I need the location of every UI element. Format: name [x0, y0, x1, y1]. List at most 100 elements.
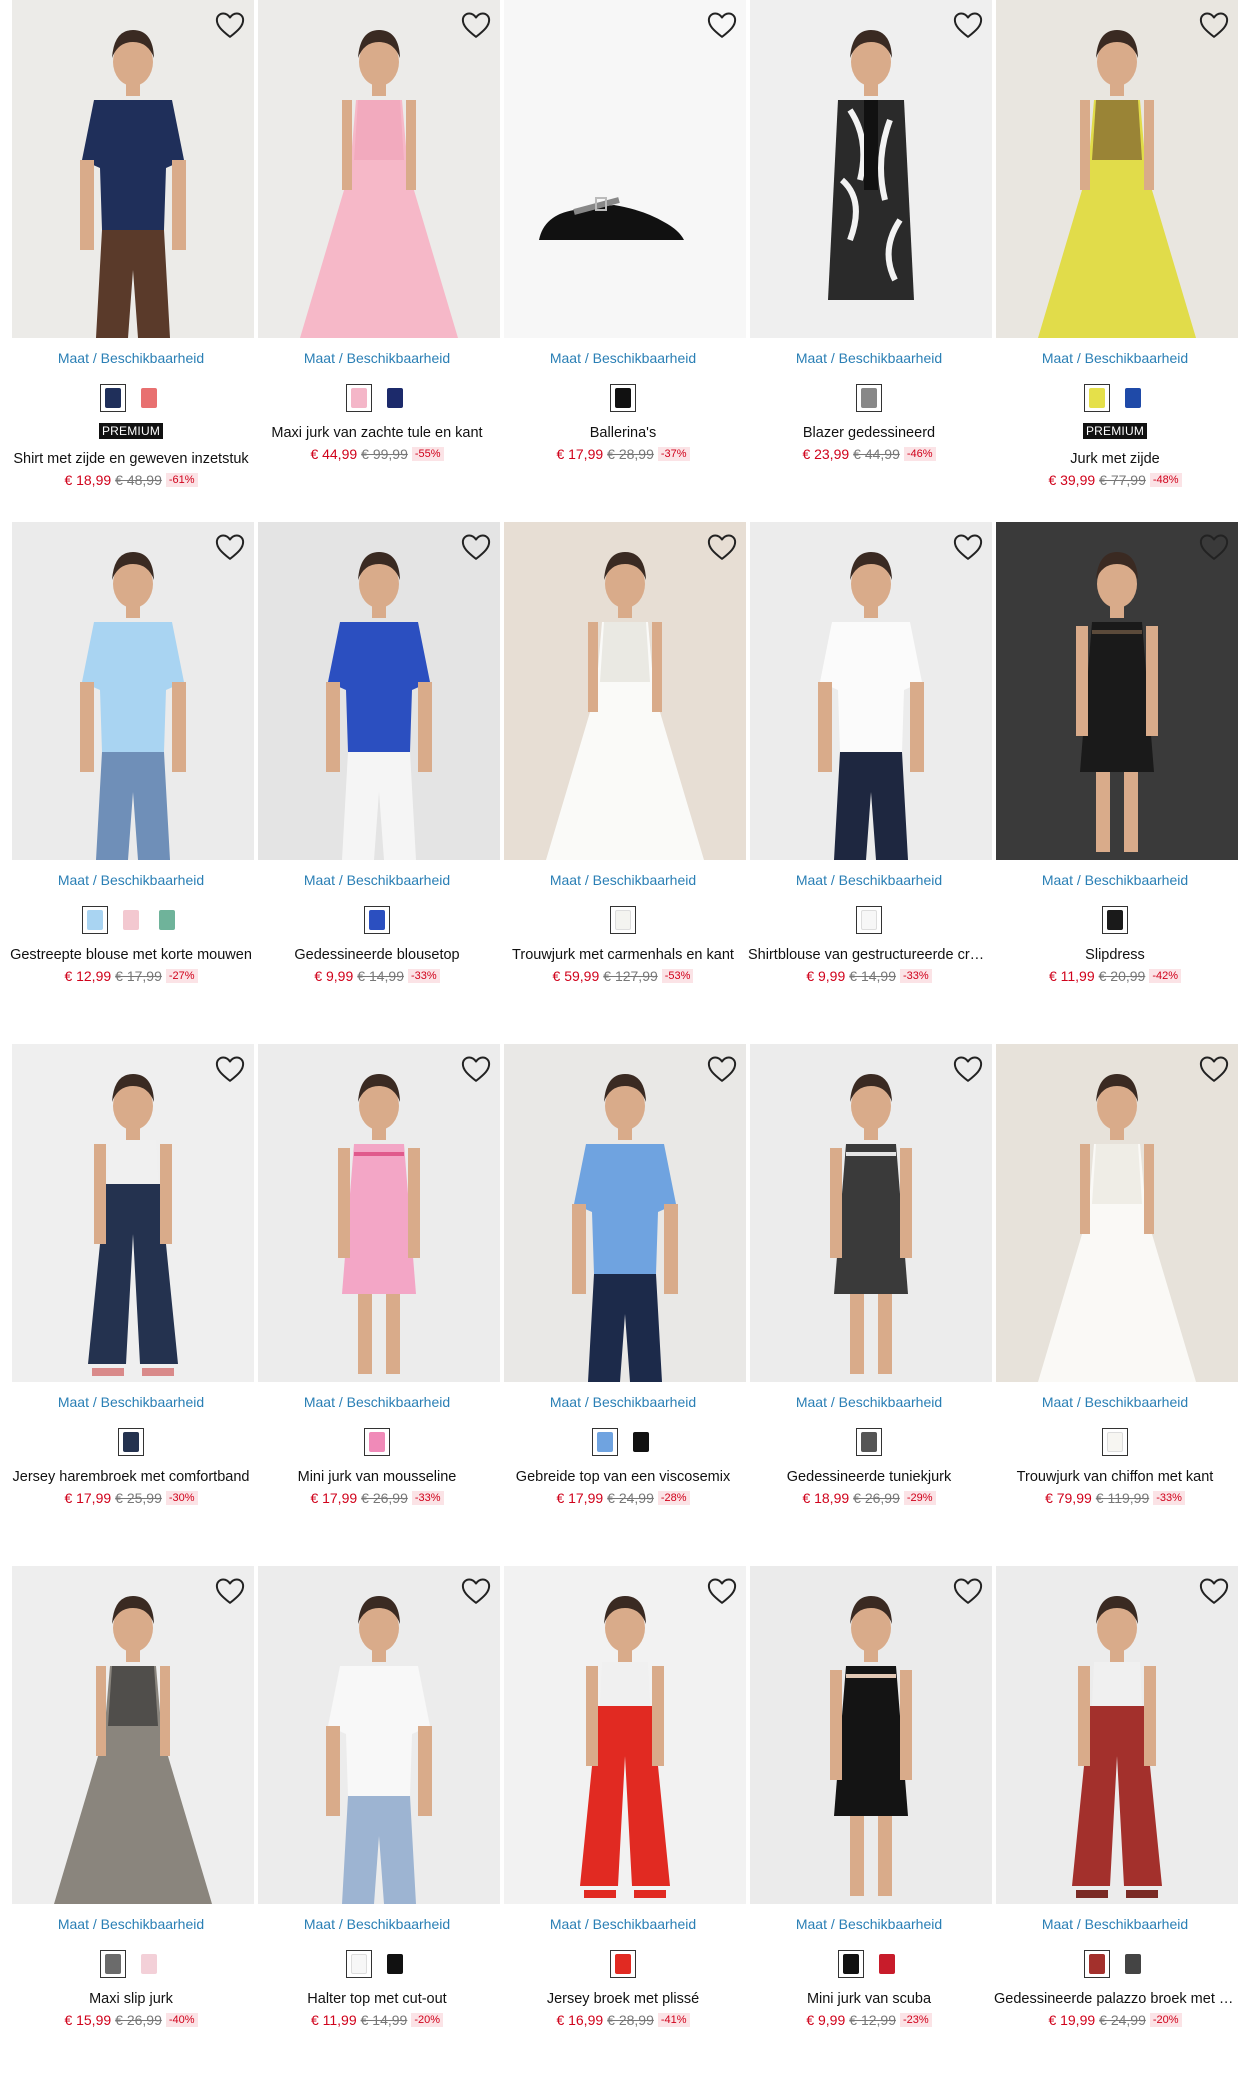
size-availability-link[interactable]: Maat / Beschikbaarheid: [746, 350, 992, 366]
size-availability-link[interactable]: Maat / Beschikbaarheid: [746, 872, 992, 888]
size-availability-link[interactable]: Maat / Beschikbaarheid: [992, 1916, 1238, 1932]
wishlist-heart-icon[interactable]: [460, 10, 492, 40]
size-availability-link[interactable]: Maat / Beschikbaarheid: [746, 1394, 992, 1410]
product-card[interactable]: Maat / Beschikbaarheid Gestreepte blouse …: [8, 522, 254, 1044]
product-name[interactable]: Jersey harembroek met comfortband: [8, 1469, 254, 1485]
product-card[interactable]: Maat / Beschikbaarheid Maxi slip jurk € 15…: [8, 1566, 254, 2088]
product-image[interactable]: [504, 1044, 746, 1382]
product-image[interactable]: [996, 522, 1238, 860]
wishlist-heart-icon[interactable]: [706, 532, 738, 562]
product-name[interactable]: Jurk met zijde: [992, 451, 1238, 467]
product-image[interactable]: [258, 1566, 500, 1904]
size-availability-link[interactable]: Maat / Beschikbaarheid: [500, 1916, 746, 1932]
product-image[interactable]: [750, 1044, 992, 1382]
size-availability-link[interactable]: Maat / Beschikbaarheid: [254, 350, 500, 366]
product-name[interactable]: Gestreepte blouse met korte mouwen: [8, 947, 254, 963]
color-swatch[interactable]: [100, 1950, 126, 1978]
color-swatch[interactable]: [154, 906, 180, 934]
product-name[interactable]: Maxi jurk van zachte tule en kant: [254, 425, 500, 441]
wishlist-heart-icon[interactable]: [214, 10, 246, 40]
product-image[interactable]: [750, 1566, 992, 1904]
product-name[interactable]: Shirt met zijde en geweven inzetstuk: [8, 451, 254, 467]
color-swatch[interactable]: [364, 906, 390, 934]
product-image[interactable]: [750, 522, 992, 860]
product-name[interactable]: Gebreide top van een viscosemix: [500, 1469, 746, 1485]
product-image[interactable]: [12, 0, 254, 338]
product-name[interactable]: Mini jurk van scuba: [746, 1991, 992, 2007]
product-image[interactable]: [996, 1044, 1238, 1382]
product-card[interactable]: Maat / Beschikbaarheid Gedessineerde tuni…: [746, 1044, 992, 1566]
size-availability-link[interactable]: Maat / Beschikbaarheid: [8, 872, 254, 888]
size-availability-link[interactable]: Maat / Beschikbaarheid: [254, 1916, 500, 1932]
color-swatch[interactable]: [610, 1950, 636, 1978]
product-name[interactable]: Trouwjurk van chiffon met kant: [992, 1469, 1238, 1485]
wishlist-heart-icon[interactable]: [1198, 10, 1230, 40]
product-image[interactable]: [504, 522, 746, 860]
product-card[interactable]: Maat / Beschikbaarheid Gedessineerde pala…: [992, 1566, 1238, 2088]
product-card[interactable]: Maat / Beschikbaarheid Mini jurk van scub…: [746, 1566, 992, 2088]
product-card[interactable]: Maat / Beschikbaarheid Slipdress € 11,99 € …: [992, 522, 1238, 1044]
wishlist-heart-icon[interactable]: [952, 1054, 984, 1084]
color-swatch[interactable]: [838, 1950, 864, 1978]
product-name[interactable]: Gedessineerde palazzo broek met comfortb…: [992, 1991, 1238, 2007]
product-name[interactable]: Trouwjurk met carmenhals en kant: [500, 947, 746, 963]
color-swatch[interactable]: [382, 1950, 408, 1978]
product-card[interactable]: Maat / Beschikbaarheid Blazer gedessineer…: [746, 0, 992, 522]
wishlist-heart-icon[interactable]: [706, 10, 738, 40]
product-name[interactable]: Mini jurk van mousseline: [254, 1469, 500, 1485]
size-availability-link[interactable]: Maat / Beschikbaarheid: [254, 872, 500, 888]
product-card[interactable]: Maat / Beschikbaarheid Halter top met cut…: [254, 1566, 500, 2088]
product-card[interactable]: Maat / Beschikbaarheid Trouwjurk van chif…: [992, 1044, 1238, 1566]
product-card[interactable]: Maat / Beschikbaarheid Gedessineerde blou…: [254, 522, 500, 1044]
color-swatch[interactable]: [610, 384, 636, 412]
product-image[interactable]: [504, 1566, 746, 1904]
color-swatch[interactable]: [346, 1950, 372, 1978]
wishlist-heart-icon[interactable]: [952, 532, 984, 562]
color-swatch[interactable]: [136, 1950, 162, 1978]
color-swatch[interactable]: [1120, 384, 1146, 412]
wishlist-heart-icon[interactable]: [952, 10, 984, 40]
color-swatch[interactable]: [364, 1428, 390, 1456]
product-card[interactable]: Maat / Beschikbaarheid Trouwjurk met carm…: [500, 522, 746, 1044]
product-name[interactable]: Blazer gedessineerd: [746, 425, 992, 441]
product-card[interactable]: Maat / Beschikbaarheid Gebreide top van e…: [500, 1044, 746, 1566]
product-image[interactable]: [12, 1566, 254, 1904]
color-swatch[interactable]: [1102, 906, 1128, 934]
color-swatch[interactable]: [592, 1428, 618, 1456]
color-swatch[interactable]: [346, 384, 372, 412]
product-name[interactable]: Gedessineerde tuniekjurk: [746, 1469, 992, 1485]
size-availability-link[interactable]: Maat / Beschikbaarheid: [8, 1394, 254, 1410]
wishlist-heart-icon[interactable]: [1198, 1576, 1230, 1606]
wishlist-heart-icon[interactable]: [460, 532, 492, 562]
color-swatch[interactable]: [1120, 1950, 1146, 1978]
product-image[interactable]: [12, 522, 254, 860]
color-swatch[interactable]: [118, 906, 144, 934]
product-card[interactable]: Maat / Beschikbaarheid Ballerina's € 17,99…: [500, 0, 746, 522]
color-swatch[interactable]: [856, 906, 882, 934]
color-swatch[interactable]: [1102, 1428, 1128, 1456]
color-swatch[interactable]: [856, 1428, 882, 1456]
wishlist-heart-icon[interactable]: [1198, 532, 1230, 562]
size-availability-link[interactable]: Maat / Beschikbaarheid: [500, 872, 746, 888]
product-image[interactable]: [258, 1044, 500, 1382]
product-card[interactable]: Maat / Beschikbaarheid PREMIUM Jurk met zi…: [992, 0, 1238, 522]
wishlist-heart-icon[interactable]: [214, 1576, 246, 1606]
product-card[interactable]: Maat / Beschikbaarheid PREMIUM Shirt met z…: [8, 0, 254, 522]
wishlist-heart-icon[interactable]: [952, 1576, 984, 1606]
size-availability-link[interactable]: Maat / Beschikbaarheid: [992, 1394, 1238, 1410]
wishlist-heart-icon[interactable]: [214, 1054, 246, 1084]
color-swatch[interactable]: [856, 384, 882, 412]
product-card[interactable]: Maat / Beschikbaarheid Maxi jurk van zach…: [254, 0, 500, 522]
wishlist-heart-icon[interactable]: [1198, 1054, 1230, 1084]
color-swatch[interactable]: [610, 906, 636, 934]
color-swatch[interactable]: [118, 1428, 144, 1456]
product-card[interactable]: Maat / Beschikbaarheid Mini jurk van mous…: [254, 1044, 500, 1566]
size-availability-link[interactable]: Maat / Beschikbaarheid: [992, 350, 1238, 366]
product-image[interactable]: [750, 0, 992, 338]
size-availability-link[interactable]: Maat / Beschikbaarheid: [746, 1916, 992, 1932]
wishlist-heart-icon[interactable]: [706, 1576, 738, 1606]
product-name[interactable]: Gedessineerde blousetop: [254, 947, 500, 963]
size-availability-link[interactable]: Maat / Beschikbaarheid: [8, 1916, 254, 1932]
color-swatch[interactable]: [382, 384, 408, 412]
product-image[interactable]: [996, 0, 1238, 338]
